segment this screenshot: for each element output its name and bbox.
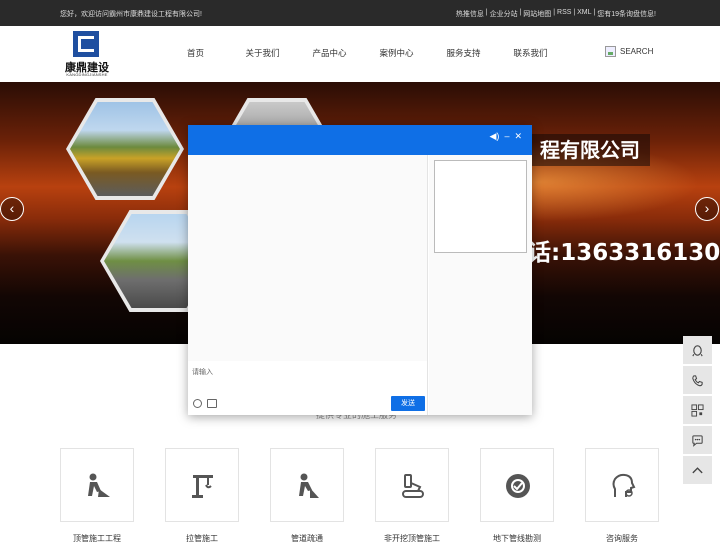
nav-cases[interactable]: 案例中心 (363, 47, 430, 59)
phone-button[interactable] (683, 366, 712, 394)
banner-photo-drilling-rig (66, 98, 184, 200)
nav-about[interactable]: 关于我们 (229, 47, 296, 59)
top-link-xml[interactable]: XML (577, 9, 591, 19)
service-card-consult[interactable] (585, 448, 659, 522)
banner-prev-button[interactable]: ‹ (0, 197, 24, 221)
back-to-top-icon (692, 466, 703, 473)
sound-icon[interactable]: ◀) (490, 131, 500, 142)
service-label-pulling: 拉管施工 (186, 534, 218, 543)
minimize-icon[interactable]: – (504, 131, 509, 142)
qrcode-button[interactable] (683, 396, 712, 424)
message-icon (692, 434, 703, 447)
top-link-sitemap[interactable]: 网站地图 (523, 9, 551, 19)
send-button[interactable]: 发送 (391, 396, 425, 411)
top-bar: 您好，欢迎访问霸州市康鼎建设工程有限公司! 热推信息 | 企业分站 | 网站地图… (0, 0, 720, 26)
service-card-jacking[interactable] (60, 448, 134, 522)
site-header: 康鼎建设 KANGDINGJIANSHE 首页 关于我们 产品中心 案例中心 服… (0, 26, 720, 82)
chat-header-controls: ◀) – ✕ (490, 131, 522, 142)
top-link-substation[interactable]: 企业分站 (490, 9, 518, 19)
qq-icon (692, 344, 703, 356)
chat-message-list[interactable] (188, 155, 428, 361)
service-card-dredging[interactable] (270, 448, 344, 522)
crane-icon (192, 475, 213, 498)
image-upload-icon[interactable] (207, 399, 217, 408)
floating-toolbar (683, 336, 712, 486)
nav-products[interactable]: 产品中心 (296, 47, 363, 59)
chat-header[interactable]: ◀) – ✕ (188, 125, 532, 155)
welcome-text: 您好，欢迎访问霸州市康鼎建设工程有限公司! (60, 11, 202, 18)
worker-digging-icon (88, 473, 110, 497)
top-links: 热推信息 | 企业分站 | 网站地图 | RSS | XML | 您有19条询盘… (455, 9, 656, 19)
close-icon[interactable]: ✕ (514, 131, 522, 142)
logo-text-en: KANGDINGJIANSHE (66, 72, 108, 77)
top-link-rss[interactable]: RSS (557, 9, 571, 19)
message-button[interactable] (683, 426, 712, 454)
service-card-survey[interactable] (480, 448, 554, 522)
service-label-dredging: 管道疏通 (291, 534, 323, 543)
chat-input[interactable]: 请输入 (192, 367, 213, 377)
search-label: SEARCH (620, 47, 654, 56)
service-label-jacking: 顶管施工工程 (73, 534, 121, 543)
service-label-survey: 地下管线勘测 (493, 534, 541, 543)
service-label-trenchless: 非开挖顶管施工 (384, 534, 440, 543)
nav-contact[interactable]: 联系我们 (497, 47, 564, 59)
nav-support[interactable]: 服务支持 (430, 47, 497, 59)
back-to-top-button[interactable] (683, 456, 712, 484)
service-card-trenchless[interactable] (375, 448, 449, 522)
banner-phone: 话:13633161301 (528, 240, 720, 266)
main-nav: 首页 关于我们 产品中心 案例中心 服务支持 联系我们 (162, 47, 564, 59)
service-label-consult: 咨询服务 (606, 534, 638, 543)
qrcode-icon (691, 403, 704, 417)
qq-button[interactable] (683, 336, 712, 364)
search-button[interactable]: SEARCH (605, 46, 653, 57)
worker-shovel-icon (299, 473, 319, 498)
chat-side-panel (429, 155, 532, 415)
chat-side-image (434, 160, 527, 253)
nav-home[interactable]: 首页 (162, 47, 229, 59)
logo-mark-icon (73, 31, 99, 57)
chat-dialog: ◀) – ✕ 请输入 发送 (188, 125, 532, 415)
service-card-pulling[interactable] (165, 448, 239, 522)
excavator-icon (402, 474, 424, 498)
chat-input-area[interactable]: 请输入 发送 (188, 361, 428, 415)
top-link-inquiry[interactable]: 您有19条询盘信息! (597, 9, 656, 19)
service-cards (60, 448, 659, 522)
banner-company-title: 程有限公司 (530, 134, 650, 166)
pipeline-scan-icon (506, 474, 530, 498)
phone-icon (692, 374, 703, 386)
search-image-icon (605, 46, 616, 57)
consulting-head-icon (612, 473, 636, 497)
top-link-hot[interactable]: 热推信息 (456, 9, 484, 19)
logo[interactable]: 康鼎建设 KANGDINGJIANSHE (62, 31, 112, 77)
banner-next-button[interactable]: › (695, 197, 719, 221)
emoji-icon[interactable] (193, 399, 202, 408)
